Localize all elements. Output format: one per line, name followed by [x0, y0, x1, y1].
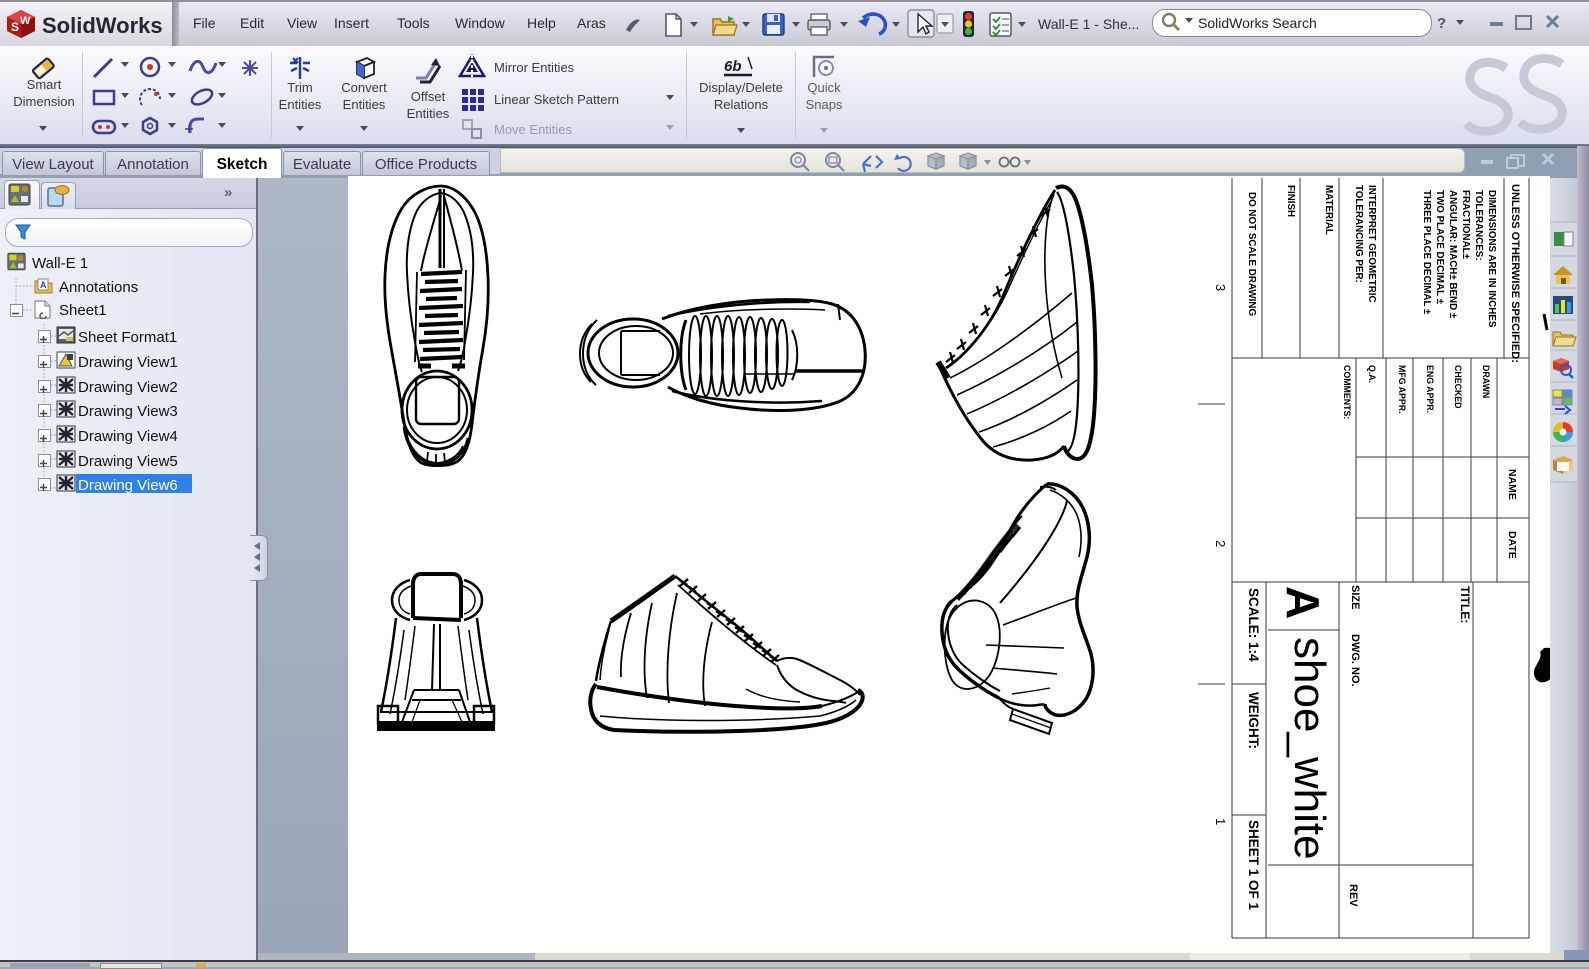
svg-text:DATE: DATE [1506, 531, 1518, 559]
svg-text:A: A [40, 280, 47, 290]
svg-text:COMMENTS:: COMMENTS: [1342, 365, 1352, 419]
svg-text:CHECKED: CHECKED [1453, 365, 1463, 409]
svg-text:3: 3 [1213, 284, 1228, 291]
svg-text:WEIGHT:: WEIGHT: [1246, 692, 1261, 749]
svg-text:DO NOT SCALE DRAWING: DO NOT SCALE DRAWING [1246, 192, 1257, 316]
svg-text:SIZE: SIZE [1349, 585, 1361, 609]
svg-text:W: W [20, 15, 31, 27]
svg-text:2: 2 [1213, 540, 1228, 547]
svg-text:TOLERANCES:: TOLERANCES: [1473, 190, 1484, 261]
svg-text:SHEET 1 OF 1: SHEET 1 OF 1 [1246, 820, 1261, 911]
svg-text:TITLE:: TITLE: [1458, 586, 1472, 623]
svg-text:THREE PLACE DECIMAL ±: THREE PLACE DECIMAL ± [1421, 190, 1432, 315]
svg-text:A: A [1277, 586, 1329, 619]
svg-text:MFG APPR.: MFG APPR. [1397, 365, 1407, 414]
svg-text:MATERIAL: MATERIAL [1323, 185, 1334, 235]
svg-text:DWG. NO.: DWG. NO. [1349, 634, 1361, 687]
svg-text:FRACTIONAL±: FRACTIONAL± [1460, 190, 1471, 260]
svg-text:Q.A.: Q.A. [1367, 365, 1377, 383]
svg-text:DRAWN: DRAWN [1481, 365, 1491, 398]
svg-text:NAME: NAME [1506, 469, 1518, 500]
svg-text:UNLESS OTHERWISE SPECIFIED:: UNLESS OTHERWISE SPECIFIED: [1509, 184, 1521, 363]
svg-text:TWO PLACE DECIMAL ±: TWO PLACE DECIMAL ± [1434, 190, 1445, 305]
svg-text:6b: 6b [724, 58, 742, 75]
svg-text:1: 1 [1213, 818, 1228, 825]
svg-text:ENG APPR.: ENG APPR. [1425, 365, 1435, 413]
svg-text:shoe_white: shoe_white [1285, 637, 1334, 860]
svg-text:REV: REV [1347, 884, 1359, 907]
svg-text:FINISH: FINISH [1285, 185, 1296, 217]
svg-text:DIMENSIONS ARE IN INCHES: DIMENSIONS ARE IN INCHES [1486, 190, 1497, 328]
svg-text:S: S [11, 20, 19, 34]
svg-text:TOLERANCING PER:: TOLERANCING PER: [1353, 185, 1364, 283]
svg-text:ANGULAR: MACH± BEND ±: ANGULAR: MACH± BEND ± [1447, 190, 1458, 319]
svg-text:INTERPRET GEOMETRIC: INTERPRET GEOMETRIC [1366, 185, 1377, 303]
svg-text:SCALE: 1:4: SCALE: 1:4 [1246, 588, 1261, 662]
